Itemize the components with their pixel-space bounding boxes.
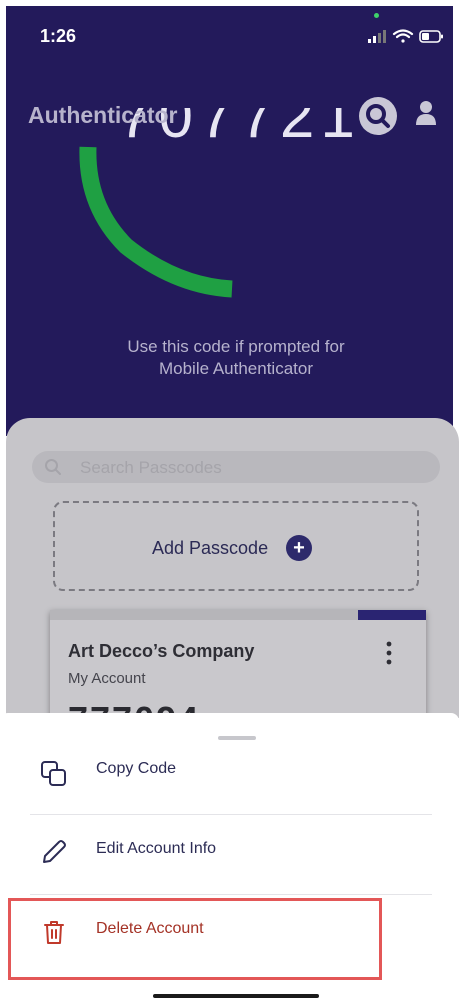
- edit-account-item[interactable]: Edit Account Info: [0, 814, 459, 884]
- code-hint: Use this code if prompted for Mobile Aut…: [60, 336, 412, 380]
- phone-screen: 707721/0 1:26 Authenticator: [0, 0, 459, 998]
- battery-icon: [419, 30, 443, 43]
- status-bar: 1:26: [0, 0, 459, 60]
- search-placeholder: Search Passcodes: [80, 458, 222, 477]
- hint-line-1: Use this code if prompted for: [127, 337, 345, 356]
- plus-icon[interactable]: +: [286, 535, 312, 561]
- hint-line-2: Mobile Authenticator: [158, 359, 314, 378]
- account-code: 777094: [68, 700, 208, 714]
- delete-highlight-box: [8, 898, 382, 980]
- app-title: Authenticator: [28, 102, 178, 128]
- profile-icon[interactable]: [414, 98, 438, 128]
- search-icon[interactable]: [358, 96, 398, 136]
- copy-code-label: Copy Code: [96, 760, 177, 777]
- account-name: My Account: [68, 670, 146, 687]
- more-options-icon[interactable]: [384, 640, 394, 668]
- search-input[interactable]: Search Passcodes: [32, 451, 440, 483]
- status-time: 1:26: [40, 26, 77, 46]
- add-passcode-label: Add Passcode: [152, 538, 269, 558]
- status-icons: [368, 29, 443, 43]
- wifi-icon: [392, 29, 414, 43]
- copy-code-item[interactable]: Copy Code: [0, 734, 459, 804]
- home-indicator[interactable]: [153, 994, 319, 998]
- camera-indicator-icon: [374, 13, 379, 18]
- card-progress-accent: [358, 610, 426, 620]
- copy-icon: [41, 761, 66, 786]
- edit-account-label: Edit Account Info: [96, 840, 217, 857]
- signal-icon: [368, 30, 386, 43]
- account-company: Art Decco’s Company: [68, 641, 255, 661]
- pencil-icon: [43, 840, 66, 863]
- search-field-icon: [45, 459, 61, 475]
